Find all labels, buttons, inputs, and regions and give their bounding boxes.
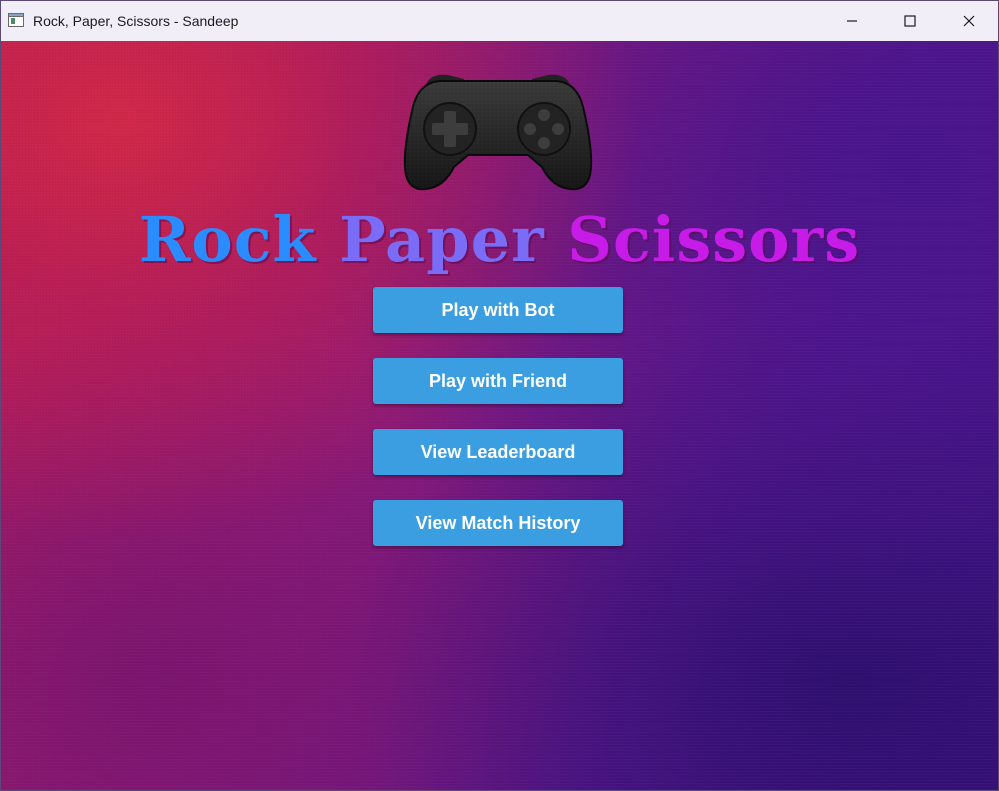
title-word-scissors: Scissors [567, 203, 861, 276]
window-app-icon [8, 13, 24, 27]
minimize-icon [846, 15, 858, 27]
title-word-rock: Rock [138, 203, 317, 276]
play-with-friend-button[interactable]: Play with Friend [373, 358, 623, 404]
view-match-history-button[interactable]: View Match History [373, 500, 623, 546]
app-window: Rock, Paper, Scissors - Sandeep Rock Pap… [0, 0, 999, 791]
maximize-icon [904, 15, 916, 27]
title-bar[interactable]: Rock, Paper, Scissors - Sandeep [1, 1, 998, 41]
view-leaderboard-button[interactable]: View Leaderboard [373, 429, 623, 475]
title-word-paper: Paper [339, 203, 545, 276]
minimize-button[interactable] [823, 1, 881, 41]
close-button[interactable] [940, 1, 998, 41]
gamepad-icon [402, 71, 594, 193]
window-title: Rock, Paper, Scissors - Sandeep [33, 13, 239, 29]
play-with-bot-button[interactable]: Play with Bot [373, 287, 623, 333]
close-icon [963, 15, 975, 27]
maximize-button[interactable] [881, 1, 939, 41]
game-title: Rock Paper Scissors [1, 204, 998, 276]
main-menu-screen: Rock Paper Scissors Play with Bot Play w… [1, 41, 998, 790]
